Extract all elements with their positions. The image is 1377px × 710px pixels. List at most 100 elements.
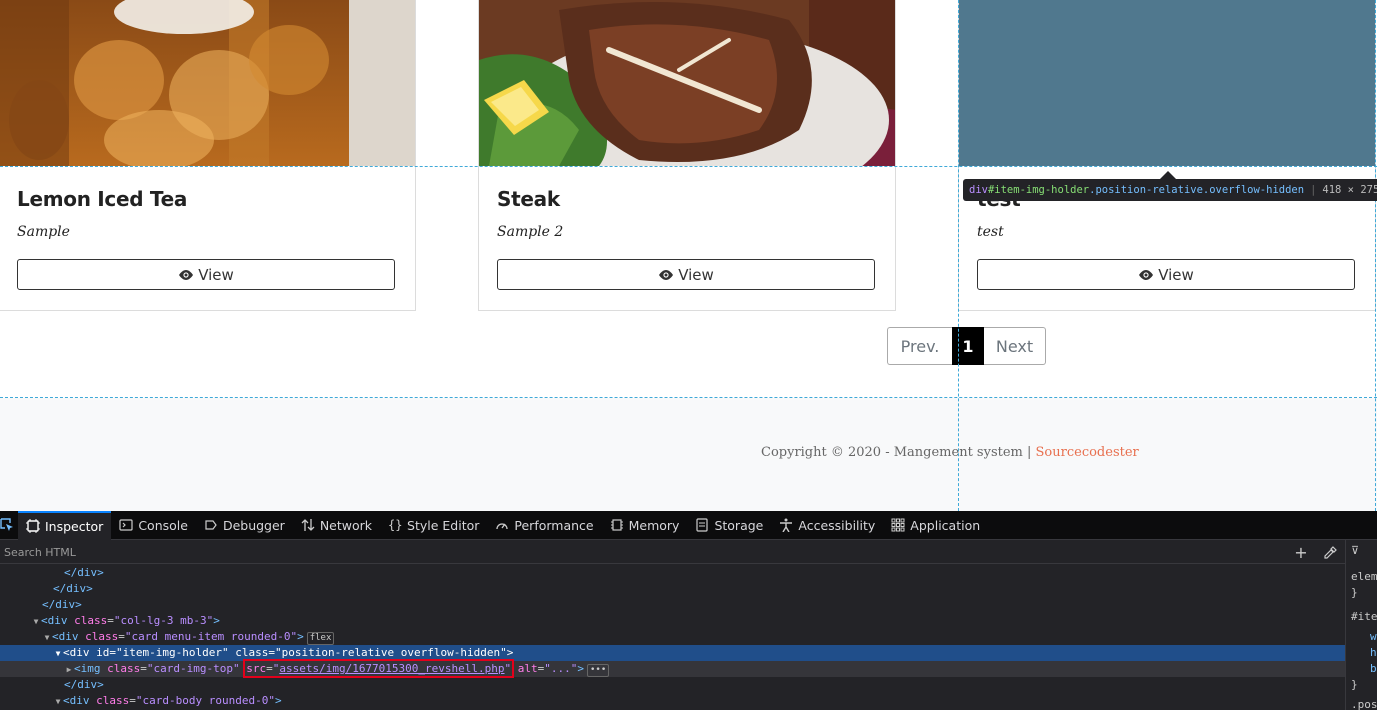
collapsed-triangle-icon: ▶ — [66, 665, 72, 674]
tab-debugger[interactable]: Debugger — [196, 511, 293, 540]
devtools-toolbar: Inspector Console Debugger Network {} St… — [0, 510, 1377, 540]
expand-triangle-icon: ▼ — [55, 649, 61, 658]
view-button[interactable]: View — [17, 259, 395, 290]
next-page-button[interactable]: Next — [984, 327, 1046, 365]
img-src-link[interactable]: assets/img/1677015300_revshell.php — [279, 662, 504, 675]
tab-label: Memory — [628, 517, 680, 533]
view-button-label: View — [198, 265, 234, 284]
tooltip-size: 418 × 275.4 — [1322, 184, 1377, 196]
html-tree-line[interactable]: </div> — [0, 677, 1345, 693]
tab-style-editor[interactable]: {} Style Editor — [380, 511, 487, 540]
eye-icon — [179, 269, 194, 280]
tab-label: Application — [910, 517, 981, 533]
expand-triangle-icon: ▼ — [33, 617, 39, 626]
tab-memory[interactable]: Memory — [602, 511, 688, 540]
card-title: Steak — [497, 187, 560, 211]
tab-label: Console — [138, 517, 188, 533]
html-tree-line[interactable]: </div> — [0, 597, 1345, 613]
html-tree-line[interactable]: ▼ <div class="card menu-item rounded-0"> f… — [0, 629, 1345, 645]
tooltip-tag: div — [969, 184, 988, 196]
eye-icon — [1139, 269, 1154, 280]
add-node-button[interactable]: + — [1292, 542, 1310, 562]
tab-label: Network — [319, 517, 373, 533]
tab-performance[interactable]: Performance — [487, 511, 601, 540]
tab-application[interactable]: Application — [883, 511, 988, 540]
eyedropper-button[interactable] — [1321, 543, 1339, 561]
tab-label: Style Editor — [407, 517, 480, 533]
tooltip-arrow — [1160, 171, 1176, 179]
html-tree-line[interactable]: ▶ <img class="card-img-top" src="assets/i… — [0, 659, 1345, 678]
card-subtitle: test — [977, 224, 1004, 240]
tab-inspector[interactable]: Inspector — [18, 510, 112, 540]
more-badge[interactable]: ••• — [587, 664, 610, 677]
application-icon — [891, 518, 905, 532]
view-button[interactable]: View — [497, 259, 875, 290]
view-button[interactable]: View — [977, 259, 1355, 290]
element-picker-icon — [0, 518, 13, 531]
tab-accessibility[interactable]: Accessibility — [771, 511, 883, 540]
tab-label: Performance — [514, 517, 594, 533]
tab-label: Accessibility — [798, 517, 876, 533]
highlight-guide-horizontal — [0, 397, 1377, 398]
copyright-label: Copyright © 2020 - Mangement system | — [761, 445, 1032, 460]
style-editor-icon: {} — [388, 518, 402, 532]
html-tree-line[interactable]: ▼ <div class="card-body rounded-0"> — [0, 693, 1345, 709]
highlighted-src-attribute[interactable]: src="assets/img/1677015300_revshell.php" — [243, 659, 515, 678]
tab-label: Inspector — [45, 518, 104, 534]
flex-badge[interactable]: flex — [306, 632, 335, 645]
card-image-steak — [479, 0, 895, 166]
svg-text:{}: {} — [388, 518, 402, 532]
console-icon — [119, 519, 133, 531]
menu-item-card: Steak Sample 2 View — [478, 0, 896, 311]
page: Lemon Iced Tea Sample View Steak Sample … — [0, 0, 1377, 710]
element-picker-button[interactable] — [0, 511, 18, 540]
devtools-panel: Inspector Console Debugger Network {} St… — [0, 510, 1377, 710]
tab-network[interactable]: Network — [293, 511, 380, 540]
highlight-guide-horizontal — [0, 166, 1377, 167]
memory-icon — [610, 519, 623, 531]
tooltip-id: #item-img-holder — [987, 184, 1090, 196]
html-tree-line-selected[interactable]: ▼ <div id="item-img-holder" class="positi… — [0, 645, 1345, 661]
tab-storage[interactable]: Storage — [687, 511, 771, 540]
accessibility-icon — [780, 518, 793, 532]
eyedropper-icon — [1323, 545, 1337, 559]
tooltip-classes: .position-relative.overflow-hidden — [1089, 184, 1305, 196]
tab-label: Storage — [714, 517, 764, 533]
tab-label: Debugger — [222, 517, 285, 533]
inspector-icon — [26, 519, 40, 533]
current-page-button[interactable]: 1 — [952, 327, 984, 365]
card-title: Lemon Iced Tea — [17, 187, 188, 211]
inspector-tooltip: div #item-img-holder .position-relative.ov… — [963, 179, 1377, 201]
sourcecodester-link[interactable]: Sourcecodester — [1036, 445, 1139, 460]
eye-icon — [659, 269, 674, 280]
menu-item-card: Lemon Iced Tea Sample View — [0, 0, 416, 311]
menu-item-card: test test View — [958, 0, 1376, 311]
copyright-text: Copyright © 2020 - Mangement system | So… — [761, 445, 1139, 460]
prev-page-button[interactable]: Prev. — [887, 327, 952, 365]
card-image-iced-tea — [0, 0, 415, 166]
filter-icon[interactable]: ⊽ — [1351, 544, 1359, 557]
expand-triangle-icon: ▼ — [44, 633, 50, 642]
view-button-label: View — [1158, 265, 1194, 284]
pagination: Prev. 1 Next — [887, 327, 1046, 365]
view-button-label: View — [678, 265, 714, 284]
expand-triangle-icon: ▼ — [55, 697, 61, 706]
card-subtitle: Sample — [17, 224, 70, 240]
plus-icon: + — [1294, 542, 1308, 562]
html-tree: </div> </div> </div> ▼ <div class="col-lg… — [0, 565, 1345, 710]
card-subtitle: Sample 2 — [497, 224, 564, 240]
html-tree-line[interactable]: </div> — [0, 581, 1345, 597]
card-image-highlighted — [959, 0, 1375, 166]
html-tree-line[interactable]: ▼ <div class="col-lg-3 mb-3"> — [0, 613, 1345, 629]
footer: Copyright © 2020 - Mangement system | So… — [0, 398, 1377, 511]
debugger-icon — [205, 520, 217, 530]
highlight-guide-vertical — [958, 0, 959, 511]
highlight-guide-vertical — [1375, 0, 1376, 511]
search-html-input[interactable] — [4, 543, 1274, 561]
html-tree-line[interactable]: </div> — [0, 565, 1345, 581]
rules-sidebar: ⊽ elem } #ite w h b } .pos — [1345, 540, 1377, 710]
performance-icon — [496, 523, 509, 530]
tab-console[interactable]: Console — [111, 511, 196, 540]
html-search-bar: + — [0, 540, 1345, 564]
network-icon — [301, 519, 315, 531]
